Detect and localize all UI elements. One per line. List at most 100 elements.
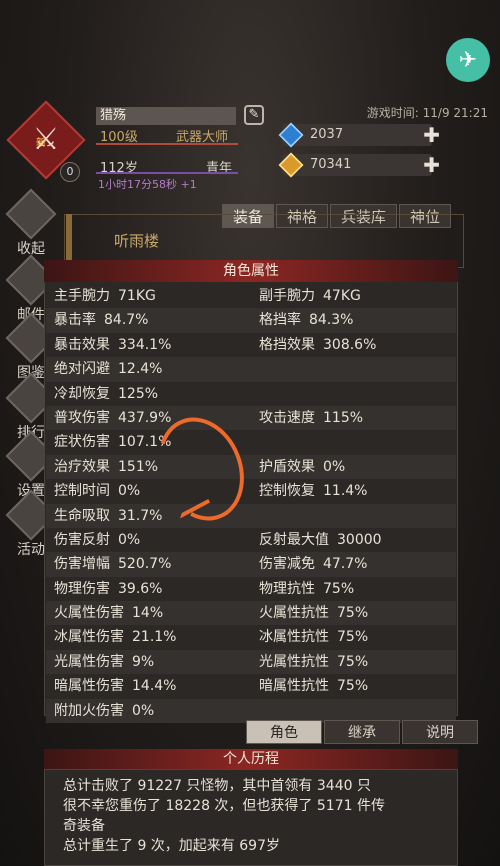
attribute-row: 伤害反射 0% 反射最大值 30000 — [46, 528, 456, 552]
attribute-label: 控制恢复 — [259, 483, 315, 500]
attribute-cell: 暗属性伤害 14.4% — [46, 674, 251, 698]
attribute-cell: 附加火伤害 0% — [46, 699, 251, 723]
attribute-value: 520.7% — [118, 556, 172, 573]
attribute-cell: 绝对闪避 12.4% — [46, 357, 251, 381]
attribute-label: 反射最大值 — [259, 531, 329, 548]
attribute-cell: 攻击速度 115% — [251, 406, 456, 430]
attribute-value: 14.4% — [132, 678, 177, 695]
attribute-label: 格挡率 — [259, 312, 301, 329]
attribute-cell: 物理伤害 39.6% — [46, 577, 251, 601]
edit-icon[interactable]: ✎ — [244, 105, 264, 125]
attribute-cell: 伤害反射 0% — [46, 528, 251, 552]
history-line: 总计击败了 91227 只怪物，其中首领有 3440 只 — [63, 778, 371, 794]
history-title: 个人历程 — [44, 749, 458, 769]
share-icon: ✈ — [458, 47, 478, 73]
attribute-label: 冰属性抗性 — [259, 629, 329, 646]
attribute-cell: 暗属性抗性 75% — [251, 674, 456, 698]
attribute-label: 光属性抗性 — [259, 653, 329, 670]
attribute-cell: 暴击率 84.7% — [46, 308, 251, 332]
attribute-label: 绝对闪避 — [54, 361, 110, 378]
location-name: 听雨楼 — [114, 232, 160, 250]
attribute-row: 绝对闪避 12.4% — [46, 357, 456, 382]
attribute-cell: 物理抗性 75% — [251, 577, 456, 601]
sidebar-item-collapse[interactable]: 收起 — [5, 188, 57, 258]
attribute-list: 主手腕力 71KG 副手腕力 47KG 暴击率 84.7% 格挡率 84.3% 暴击效果 334.… — [46, 284, 456, 724]
attribute-label: 冰属性伤害 — [54, 629, 124, 646]
resource-blue-gem: 2037 ✚ — [278, 122, 440, 148]
attribute-cell: 光属性伤害 9% — [46, 650, 251, 674]
age-bar — [96, 172, 238, 174]
attribute-label: 附加火伤害 — [54, 702, 124, 719]
attribute-row: 普攻伤害 437.9% 攻击速度 115% — [46, 405, 456, 431]
attribute-cell: 暴击效果 334.1% — [46, 333, 251, 357]
attribute-label: 治疗效果 — [54, 458, 110, 475]
attribute-value: 9% — [132, 653, 155, 670]
attribute-cell — [251, 382, 456, 406]
attribute-cell: 护盾效果 0% — [251, 455, 456, 479]
attribute-label: 护盾效果 — [259, 458, 315, 475]
attribute-label: 伤害反射 — [54, 531, 110, 548]
attribute-value: 115% — [323, 409, 364, 426]
attribute-row: 暴击效果 334.1% 格挡效果 308.6% — [46, 333, 456, 357]
attribute-value: 11.4% — [323, 483, 368, 500]
attribute-cell: 格挡率 84.3% — [251, 308, 456, 332]
attribute-value: 437.9% — [118, 409, 172, 426]
attribute-row: 控制时间 0% 控制恢复 11.4% — [46, 479, 456, 503]
attribute-value: 12.4% — [118, 361, 163, 378]
attribute-label: 生命吸取 — [54, 507, 110, 524]
attribute-cell: 冰属性伤害 21.1% — [46, 625, 251, 649]
game-time: 游戏时间: 11/9 21:21 — [366, 106, 488, 120]
gold-gem-icon — [278, 152, 304, 178]
attribute-cell — [251, 357, 456, 381]
tab-character[interactable]: 角色 — [246, 720, 322, 744]
attribute-cell: 火属性抗性 75% — [251, 601, 456, 625]
attribute-value: 21.1% — [132, 629, 177, 646]
attribute-cell: 格挡效果 308.6% — [251, 333, 456, 357]
attribute-row: 冰属性伤害 21.1% 冰属性抗性 75% — [46, 625, 456, 649]
resource-gold-gem: 70341 ✚ — [278, 152, 440, 178]
attribute-cell: 冷却恢复 125% — [46, 382, 251, 406]
attribute-label: 主手腕力 — [54, 288, 110, 304]
attribute-cell: 副手腕力 47KG — [251, 284, 456, 308]
attribute-value: 84.7% — [104, 312, 149, 329]
tab-description[interactable]: 说明 — [402, 720, 478, 744]
crossed-swords-icon: ⚔ — [32, 122, 60, 157]
attribute-value: 0% — [118, 483, 141, 500]
blue-gem-icon — [278, 122, 304, 148]
bottom-tabs: 角色 继承 说明 — [246, 720, 480, 744]
avatar[interactable]: ⚔ 新 0 — [6, 100, 86, 182]
attribute-label: 暗属性伤害 — [54, 678, 124, 695]
attribute-label: 火属性抗性 — [259, 605, 329, 622]
attribute-value: 14% — [132, 605, 164, 622]
history-line: 很不幸您重伤了 18228 次，但也获得了 5171 件传 — [63, 798, 385, 814]
tab-inherit[interactable]: 继承 — [324, 720, 400, 744]
attribute-row: 物理伤害 39.6% 物理抗性 75% — [46, 577, 456, 601]
attribute-value: 39.6% — [118, 580, 163, 597]
attribute-label: 冷却恢复 — [54, 385, 110, 402]
share-button[interactable]: ✈ — [446, 38, 490, 82]
attribute-value: 75% — [337, 678, 369, 695]
attribute-row: 火属性伤害 14% 火属性抗性 75% — [46, 601, 456, 626]
attribute-label: 控制时间 — [54, 483, 110, 500]
attribute-value: 84.3% — [309, 312, 354, 329]
add-blue-gem-button[interactable]: ✚ — [423, 123, 440, 147]
attribute-value: 125% — [118, 385, 159, 402]
attribute-value: 75% — [337, 629, 369, 646]
attribute-value: 0% — [132, 702, 155, 719]
attribute-value: 0% — [323, 458, 346, 475]
attribute-value: 151% — [118, 458, 159, 475]
attribute-label: 副手腕力 — [259, 288, 315, 304]
new-tag: 新 — [36, 138, 46, 149]
panel-title: 角色属性 — [44, 260, 458, 282]
attribute-row: 冷却恢复 125% — [46, 382, 456, 406]
add-gold-gem-button[interactable]: ✚ — [423, 153, 440, 177]
attribute-row: 伤害增幅 520.7% 伤害减免 47.7% — [46, 552, 456, 577]
attribute-label: 格挡效果 — [259, 336, 315, 353]
player-name: 猎殇 — [96, 107, 236, 125]
attribute-value: 75% — [337, 653, 369, 670]
attribute-cell: 光属性抗性 75% — [251, 650, 456, 674]
attribute-label: 暴击率 — [54, 312, 96, 329]
attribute-label: 攻击速度 — [259, 409, 315, 426]
attribute-value: 47KG — [323, 288, 361, 304]
attribute-cell: 控制恢复 11.4% — [251, 479, 456, 503]
